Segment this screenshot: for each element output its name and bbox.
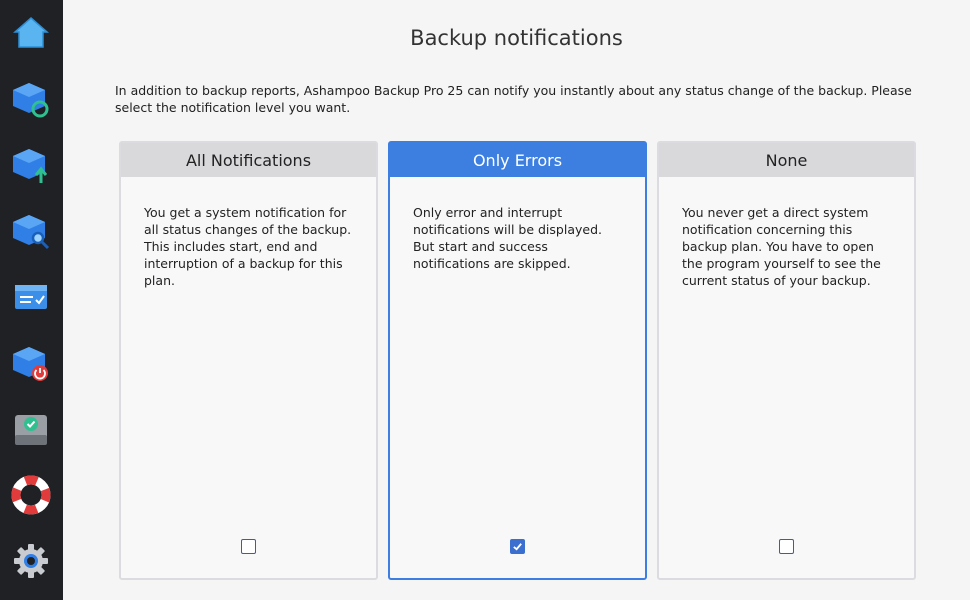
option-card-errors[interactable]: Only Errors Only error and interrupt not… — [388, 141, 647, 580]
drive-check-icon[interactable] — [8, 406, 54, 452]
main-content: Backup notifications In addition to back… — [63, 0, 970, 600]
option-checkbox-none[interactable] — [779, 539, 794, 554]
gear-icon[interactable] — [8, 538, 54, 584]
option-checkbox-errors[interactable] — [510, 539, 525, 554]
option-title: None — [659, 143, 914, 177]
option-title: All Notifications — [121, 143, 376, 177]
lifebuoy-icon[interactable] — [8, 472, 54, 518]
backup-restore-icon[interactable] — [8, 76, 54, 122]
option-description: You get a system notification for all st… — [144, 205, 352, 288]
option-description: You never get a direct system notificati… — [682, 205, 881, 288]
backup-power-icon[interactable] — [8, 340, 54, 386]
option-title: Only Errors — [390, 143, 645, 177]
option-card-all[interactable]: All Notifications You get a system notif… — [119, 141, 378, 580]
option-card-none[interactable]: None You never get a direct system notif… — [657, 141, 916, 580]
checkmark-icon — [513, 543, 522, 551]
backup-upload-icon[interactable] — [8, 142, 54, 188]
sidebar — [0, 0, 63, 600]
task-list-icon[interactable] — [8, 274, 54, 320]
option-description: Only error and interrupt notifications w… — [413, 205, 602, 271]
option-checkbox-all[interactable] — [241, 539, 256, 554]
page-title: Backup notifications — [410, 26, 623, 50]
home-icon[interactable] — [8, 10, 54, 56]
intro-text: In addition to backup reports, Ashampoo … — [115, 83, 912, 115]
backup-search-icon[interactable] — [8, 208, 54, 254]
